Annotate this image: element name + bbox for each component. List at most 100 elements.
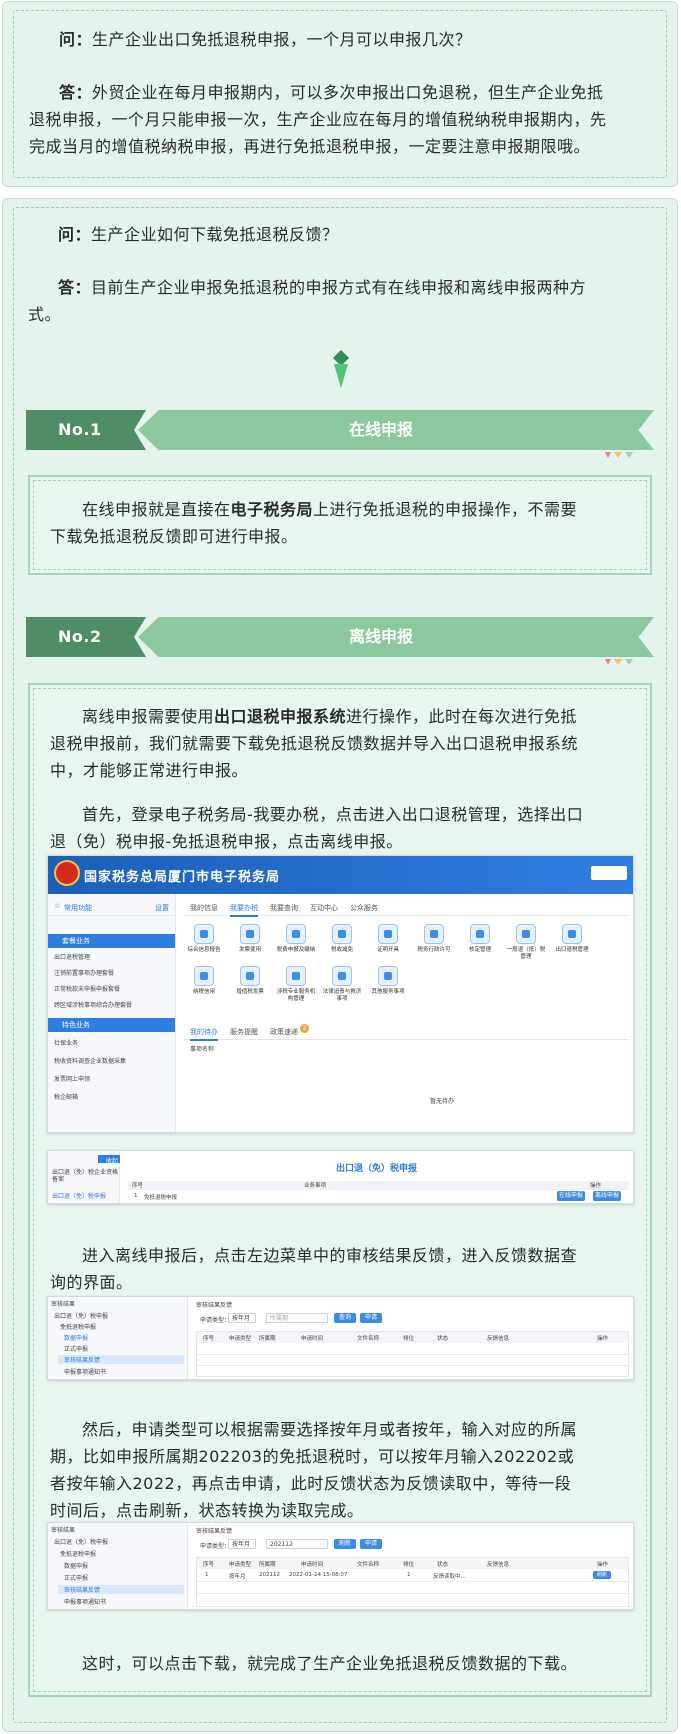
tab-query[interactable]: 我要查询 [270,903,298,913]
feedback-table-header: 序号 申请类型 所属期 申请时间 文件名称 排位 状态 反馈信息 操作 [197,1332,628,1343]
para-4-line: 时间后，点击刷新，状态转换为读取完成。 [50,1501,364,1520]
type-select[interactable]: 按年月 [228,1539,256,1549]
feedback-menu: 审核结果 出口退（免）税申报 免抵退税申报 数据申报 正式申报 审核结果反馈 申… [48,1297,188,1379]
sidebar-item[interactable]: 税收资料调查企业数据采集 [54,1056,126,1068]
sidebar-line-2[interactable]: 出口退（免）税申报 [52,1191,106,1200]
refresh-button[interactable]: 刷新 [334,1539,356,1549]
row-refresh-button[interactable]: 刷新 [593,1571,611,1579]
menu-item-review-feedback[interactable]: 审核结果反馈 [58,1355,184,1364]
app-tile[interactable]: 税费申报及缴纳 [276,924,316,954]
menu-item[interactable]: 免抵退税申报 [60,1549,96,1558]
period-input[interactable]: 所属期 [266,1313,328,1323]
app-tile[interactable]: 核定管理 [460,924,500,954]
tab-interaction[interactable]: 互动中心 [310,903,338,913]
menu-item[interactable]: 出口退（免）税申报 [54,1311,108,1320]
menu-item[interactable]: 正式申报 [64,1344,88,1353]
empty-todo-text: 暂无待办 [430,1098,455,1105]
menu-item[interactable]: 申报事项通知书 [64,1597,106,1606]
sidebar-header: ☆ 常用功能 设置 [48,902,175,916]
settings-link[interactable]: 设置 [155,903,169,913]
para-4-line: 者按年输入2022，再点击申请，此时反馈状态为反馈读取中，等待一段 [50,1474,572,1493]
query-button[interactable]: 查询 [334,1313,356,1323]
app-tile[interactable]: 其他服务事项 [368,966,408,996]
app-label: 其他服务事项 [371,989,405,995]
app-tile[interactable]: 综合信息报告 [184,924,224,954]
app-label: 证明开具 [376,947,399,953]
section-2-para-1: 离线申报需要使用出口退税申报系统进行操作，此时在每次进行免抵 退税申报前，我们就… [50,703,650,784]
type-select[interactable]: 按年月 [228,1313,256,1323]
sidebar-item[interactable]: 正常税款未申报申报套餐 [54,984,120,996]
tab-public-service[interactable]: 公众服务 [350,903,378,913]
feedback-table: 序号 申请类型 所属期 申请时间 文件名称 排位 状态 反馈信息 操作 1 按年… [196,1557,629,1607]
cell-status: 反馈读取中... [433,1574,466,1580]
menu-item[interactable]: 免抵退税申报 [60,1322,96,1331]
menu-item[interactable]: 出口退（免）税申报 [54,1537,108,1546]
col-action: 操作 [597,1336,609,1342]
portal-header: 国家税务总局厦门市电子税务局 [48,856,633,894]
app-tile[interactable]: 证明开具 [368,924,408,954]
sidebar-line-1[interactable]: 出口退（免）税企业资格备案 [52,1169,118,1183]
sidebar-category-1[interactable]: 套餐业务 [48,934,175,948]
app-label: 发票使用 [238,947,261,953]
offline-declare-button[interactable]: 离线申报 [593,1191,621,1201]
agency-icon [286,966,306,986]
user-box[interactable] [591,866,627,880]
col-item: 业务事项 [304,1183,327,1189]
tab-my-info[interactable]: 我的信息 [190,903,218,913]
app-tile[interactable]: 增值税发票 [230,966,270,996]
declaration-table-row: 1 免抵退税申报 在线申报 离线申报 [128,1191,629,1201]
tab-policy[interactable]: 政策速递 [270,1027,298,1037]
app-label: 税费申报及缴纳 [276,947,316,953]
menu-item[interactable]: 申报事项通知书 [64,1367,106,1376]
menu-item[interactable]: 正式申报 [64,1573,88,1582]
app-label: 法律追责与救济事项 [322,989,362,1002]
menu-item[interactable]: 数据申报 [64,1333,88,1342]
credit-icon [194,966,214,986]
app-tile[interactable]: 纳税信用 [184,966,224,996]
cell-rank: 1 [407,1572,411,1578]
col-type: 申请类型 [229,1336,252,1342]
apply-button[interactable]: 申请 [360,1313,382,1323]
grid-line [197,1354,628,1355]
period-input[interactable]: 202112 [266,1539,328,1549]
tab-service-reminder[interactable]: 服务提醒 [230,1027,258,1037]
app-tile[interactable]: 一般退（抵）税管理 [506,924,546,961]
tab-my-todo[interactable]: 我的待办 [190,1027,218,1041]
menu-title: 审核结果 [51,1301,76,1308]
tab-tax-handling[interactable]: 我要办税 [230,903,258,917]
sidebar-item[interactable]: 社保业务 [54,1038,78,1050]
app-tile[interactable]: 法律追责与救济事项 [322,966,362,1003]
col-index: 序号 [203,1562,215,1568]
app-tile-export-refund[interactable]: 出口退税管理 [552,924,592,954]
col-rank: 排位 [403,1336,415,1342]
sidebar-item[interactable]: 税企邮箱 [54,1092,78,1104]
para-1-pre: 离线申报需要使用 [82,707,215,726]
app-label: 增值税发票 [236,989,264,995]
app-tile[interactable]: 税收减免 [322,924,362,954]
screenshot-refund-declaration: 出口退（免）税企业资格备案 出口退（免）税申报 收起 出口退（免）税申报 序号 … [47,1150,634,1204]
cell-time: 2022-01-24 15:08:07 [289,1572,348,1578]
apply-button[interactable]: 申请 [360,1539,382,1549]
screenshot-feedback-status: 审核结果 出口退（免）税申报 免抵退税申报 数据申报 正式申报 审核结果反馈 申… [47,1522,634,1610]
online-declare-button[interactable]: 在线申报 [557,1191,585,1201]
portal-tabbar: 我的信息 我要办税 我要查询 互动中心 公众服务 [184,900,629,917]
sidebar-item[interactable]: 发票网上申领 [54,1074,90,1086]
app-tile[interactable]: 发票使用 [230,924,270,954]
menu-item-review-feedback[interactable]: 审核结果反馈 [58,1585,184,1594]
app-tile[interactable]: 税务行政许可 [414,924,454,954]
section-2-para-3: 进入离线申报后，点击左边菜单中的审核结果反馈，进入反馈数据查 询的界面。 [50,1242,650,1296]
sidebar-category-2[interactable]: 特色业务 [48,1018,175,1032]
permit-icon [424,924,444,944]
collapse-button[interactable]: 收起 [98,1155,120,1165]
col-status: 状态 [437,1336,449,1342]
feedback-table-row: 1 按年月 202112 2022-01-24 15:08:07 1 反馈读取中… [197,1570,628,1580]
sidebar-item[interactable]: 跨区域涉税事项综合办理套餐 [54,1000,132,1012]
grid-line [197,1365,628,1366]
app-tile[interactable]: 涉税专业服务机构管理 [276,966,316,1003]
app-label: 出口退税管理 [555,947,589,953]
section-banner-2: No.2 离线申报 [26,617,654,657]
sidebar-item[interactable]: 注销前置事项办理套餐 [54,968,114,980]
sidebar-item[interactable]: 出口退税管理 [54,952,90,964]
menu-item[interactable]: 数据申报 [64,1561,88,1570]
answer-line: 完成当月的增值税纳税申报，再进行免抵退税申报，一定要注意申报期限哦。 [29,137,591,156]
